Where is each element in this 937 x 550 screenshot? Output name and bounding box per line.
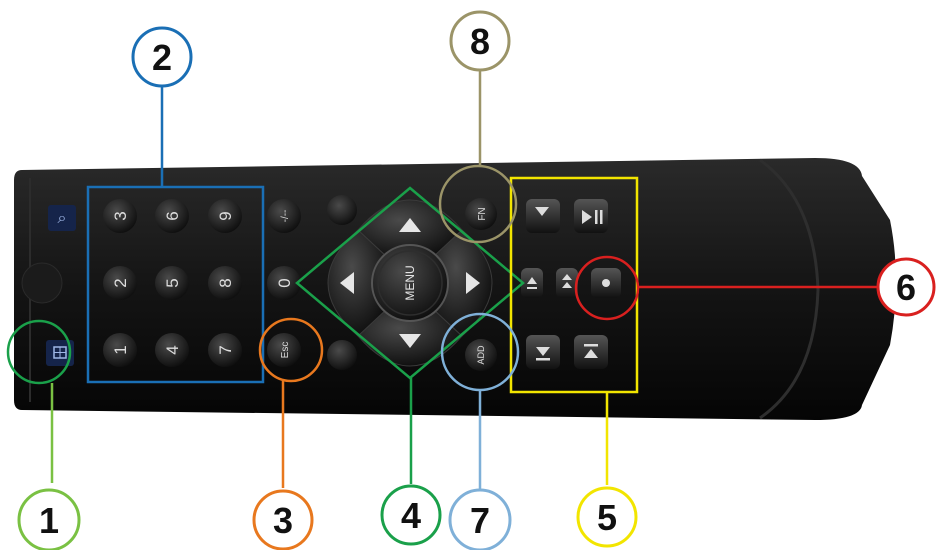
key-label: FN (477, 207, 488, 220)
key-blank-top[interactable] (327, 195, 357, 225)
key-blank-bottom[interactable] (327, 340, 357, 370)
remote-svg: ⌕ 3 6 9 2 5 8 1 4 7 -/-- 0 Esc MENU FN A… (6, 10, 936, 550)
key-label: Esc (280, 342, 291, 359)
callout-1: 1 (17, 488, 81, 550)
callout-label: 7 (470, 500, 490, 541)
key-label: 0 (275, 278, 294, 287)
callout-label: 3 (273, 500, 293, 541)
callout-label: 8 (470, 21, 490, 62)
callout-4: 4 (380, 484, 442, 546)
callout-2: 2 (131, 26, 193, 88)
key-label: 1 (111, 345, 130, 354)
number-keys: 3 6 9 2 5 8 1 4 7 (103, 199, 242, 367)
callout-label: 4 (401, 495, 421, 536)
callout-7: 7 (448, 488, 512, 550)
key-label: ADD (476, 345, 486, 365)
zoom-icon: ⌕ (58, 208, 67, 227)
record-icon (602, 279, 610, 287)
key-label: 8 (216, 278, 235, 287)
callout-3: 3 (252, 489, 314, 550)
callout-label: 6 (896, 267, 916, 308)
key-label: 5 (163, 278, 182, 287)
key-label: 4 (163, 345, 182, 354)
callout-5: 5 (576, 486, 638, 548)
play-pause-key[interactable] (574, 199, 608, 233)
ir-window (21, 262, 63, 304)
key-label: 6 (163, 211, 182, 220)
key-label: -/-- (280, 210, 291, 223)
key-label: 9 (216, 211, 235, 220)
key-label: 2 (111, 278, 130, 287)
slow-play-key[interactable] (526, 199, 560, 233)
callout-8: 8 (449, 10, 511, 72)
key-label: MENU (403, 265, 417, 300)
key-label: 3 (111, 211, 130, 220)
callout-6: 6 (876, 257, 936, 317)
remote-diagram: ⌕ 3 6 9 2 5 8 1 4 7 -/-- 0 Esc MENU FN A… (0, 0, 937, 550)
callout-label: 5 (597, 497, 617, 538)
key-label: 7 (216, 345, 235, 354)
callout-label: 2 (152, 37, 172, 78)
callout-label: 1 (39, 500, 59, 541)
